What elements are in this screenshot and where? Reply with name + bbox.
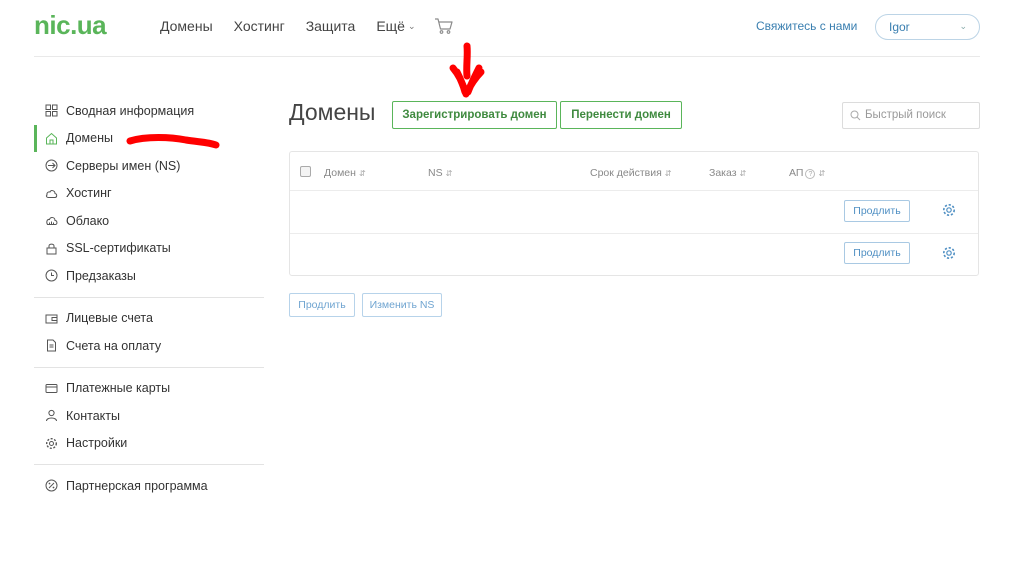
- table-row: Продлить: [290, 192, 978, 234]
- lock-icon: [46, 243, 57, 255]
- help-icon[interactable]: ?: [805, 169, 816, 179]
- select-all-checkbox[interactable]: [300, 166, 311, 177]
- header: nic.ua Домены Хостинг Защита Ещё ⌄ Свяжит…: [0, 0, 1024, 56]
- sidebar-item-invoices[interactable]: Счета на оплату: [34, 332, 264, 360]
- search-placeholder: Быстрый поиск: [865, 109, 946, 121]
- column-label: Домен: [324, 167, 356, 179]
- sidebar-item-hosting[interactable]: Хостинг: [34, 180, 264, 208]
- chevron-down-icon: ⌄: [407, 21, 416, 31]
- sidebar-item-label: Предзаказы: [66, 268, 136, 283]
- wallet-icon: [45, 314, 58, 324]
- sidebar-item-label: Платежные карты: [66, 381, 171, 396]
- column-label: Срок действия: [590, 167, 662, 179]
- search-icon: [850, 110, 861, 121]
- sidebar: Сводная информация Домены Серверы имен (…: [34, 97, 264, 500]
- header-divider: [34, 56, 980, 57]
- sidebar-item-label: Серверы имен (NS): [66, 158, 181, 173]
- arrow-circle-icon: [45, 159, 58, 172]
- renew-button[interactable]: Продлить: [844, 242, 910, 264]
- annotation-arrow: [449, 42, 485, 98]
- sidebar-item-label: Облако: [66, 213, 110, 228]
- cart-icon[interactable]: [434, 17, 454, 35]
- change-ns-button[interactable]: Изменить NS: [362, 293, 442, 317]
- home-icon: [46, 132, 57, 145]
- sidebar-item-label: Сводная информация: [66, 103, 195, 118]
- contact-link[interactable]: Свяжитесь с нами: [756, 19, 857, 33]
- annotation-scribble: [126, 134, 220, 149]
- bulk-renew-button[interactable]: Продлить: [289, 293, 355, 317]
- sidebar-item-ssl[interactable]: SSL-сертификаты: [34, 235, 264, 263]
- invoice-icon: [47, 339, 56, 352]
- sidebar-item-accounts[interactable]: Лицевые счета: [34, 305, 264, 333]
- sidebar-item-label: Настройки: [66, 436, 128, 451]
- column-autorenew[interactable]: АП? ⇵: [789, 167, 825, 179]
- sort-icon: ⇵: [664, 169, 672, 178]
- sidebar-item-label: Счета на оплату: [66, 338, 162, 353]
- sidebar-item-partner[interactable]: Партнерская программа: [34, 472, 264, 500]
- sidebar-divider: [34, 464, 264, 465]
- nav-domains[interactable]: Домены: [160, 18, 213, 34]
- nav-hosting[interactable]: Хостинг: [234, 18, 285, 34]
- cloud-server-icon: [46, 217, 58, 226]
- sidebar-item-settings[interactable]: Настройки: [34, 430, 264, 458]
- nav-more-label: Ещё: [376, 18, 405, 34]
- sidebar-item-label: SSL-сертификаты: [66, 241, 171, 256]
- cloud-icon: [45, 189, 58, 198]
- user-menu[interactable]: Igor ⌄: [875, 14, 980, 40]
- sidebar-item-label: Хостинг: [66, 186, 112, 201]
- card-icon: [45, 383, 58, 393]
- gear-icon[interactable]: [942, 203, 956, 217]
- dashboard-icon: [45, 104, 58, 117]
- sidebar-item-cloud[interactable]: Облако: [34, 207, 264, 235]
- sidebar-item-label: Контакты: [66, 408, 120, 423]
- sort-icon: ⇵: [358, 169, 366, 178]
- table-row: Продлить: [290, 235, 978, 277]
- clock-icon: [45, 269, 58, 282]
- column-label: NS: [428, 167, 443, 179]
- user-icon: [46, 410, 57, 422]
- main-nav: Домены Хостинг Защита Ещё ⌄: [160, 18, 437, 34]
- sidebar-divider: [34, 366, 264, 368]
- nav-protection[interactable]: Защита: [306, 18, 356, 34]
- domains-table: Домен ⇵ NS ⇵ Срок действия ⇵ Заказ ⇵ АП? ⇵ Пр…: [289, 151, 979, 276]
- table-header: Домен ⇵ NS ⇵ Срок действия ⇵ Заказ ⇵ АП? ⇵: [290, 152, 978, 191]
- sidebar-item-cards[interactable]: Платежные карты: [34, 375, 264, 403]
- nav-more[interactable]: Ещё ⌄: [376, 18, 415, 34]
- renew-button[interactable]: Продлить: [844, 200, 910, 222]
- register-domain-button[interactable]: Зарегистрировать домен: [392, 101, 557, 129]
- sidebar-item-nameservers[interactable]: Серверы имен (NS): [34, 152, 264, 180]
- sidebar-item-contacts[interactable]: Контакты: [34, 402, 264, 430]
- user-name: Igor: [889, 20, 910, 34]
- column-expiry[interactable]: Срок действия ⇵: [590, 167, 672, 179]
- column-ns[interactable]: NS ⇵: [428, 167, 452, 179]
- gear-icon: [45, 437, 58, 449]
- column-domain[interactable]: Домен ⇵: [324, 167, 366, 179]
- sidebar-item-summary[interactable]: Сводная информация: [34, 97, 264, 125]
- logo[interactable]: nic.ua: [34, 10, 107, 41]
- sidebar-item-preorders[interactable]: Предзаказы: [34, 262, 264, 290]
- sidebar-item-label: Домены: [66, 131, 113, 146]
- transfer-domain-button[interactable]: Перенести домен: [560, 101, 682, 129]
- sidebar-item-label: Лицевые счета: [66, 311, 153, 326]
- column-label: Заказ: [709, 167, 737, 179]
- chevron-down-icon: ⌄: [959, 21, 967, 31]
- sidebar-divider: [34, 296, 264, 298]
- sort-icon: ⇵: [818, 169, 826, 178]
- quick-search-input[interactable]: Быстрый поиск: [842, 102, 980, 129]
- percent-icon: [45, 479, 58, 492]
- sidebar-item-label: Партнерская программа: [66, 478, 208, 493]
- page-title: Домены: [289, 99, 376, 125]
- sort-icon: ⇵: [739, 169, 747, 178]
- gear-icon[interactable]: [942, 246, 956, 260]
- column-label: АП: [789, 167, 804, 179]
- column-order[interactable]: Заказ ⇵: [709, 167, 746, 179]
- sort-icon: ⇵: [445, 169, 453, 178]
